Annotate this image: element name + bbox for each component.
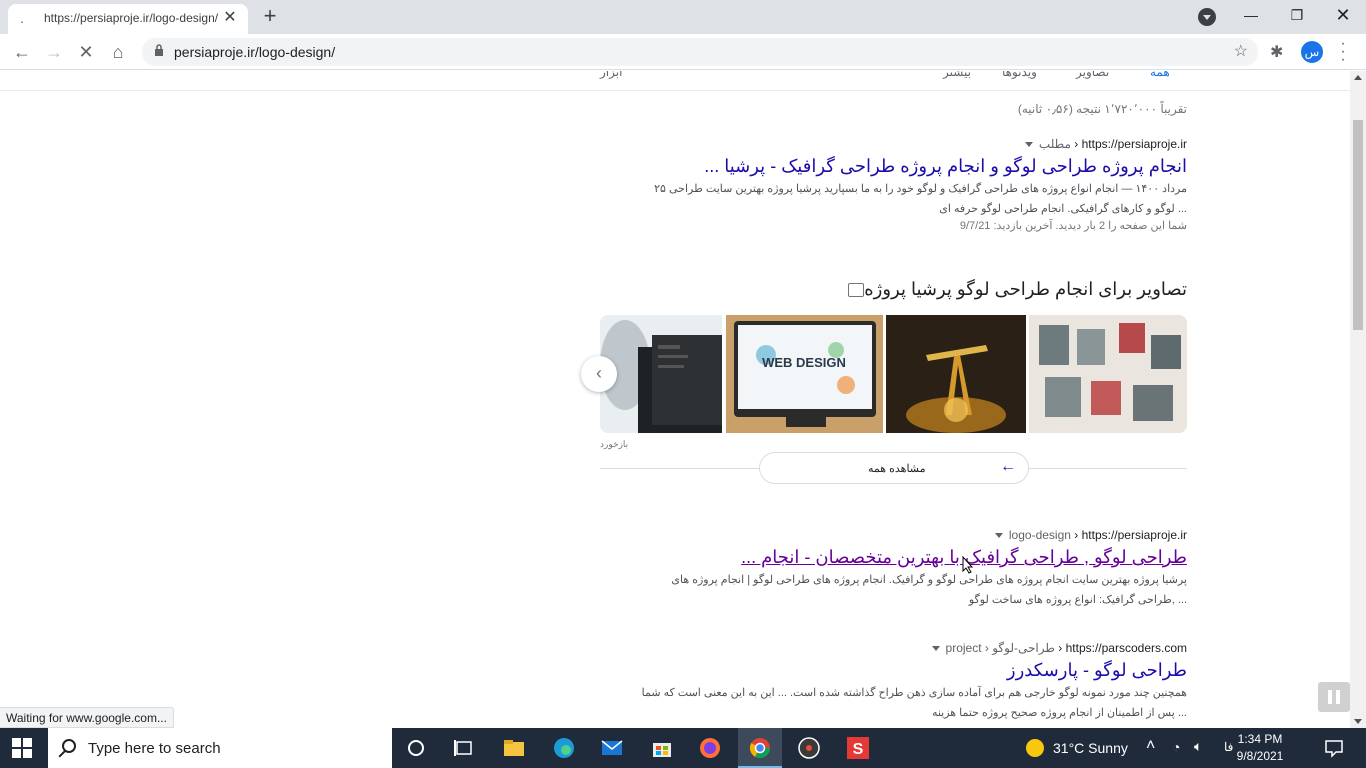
result-snippet: پرشیا پروژه بهترین سایت انجام پروژه های … <box>671 574 1187 606</box>
browser-toolbar: ← → ✕ ⌂ persiaproje.ir/logo-design/ ☆ ✱ <box>0 34 1366 70</box>
tab-search-icon[interactable] <box>1198 8 1216 26</box>
tab-tools[interactable]: ابزار <box>600 71 622 79</box>
result-title-link[interactable]: طراحی لوگو , طراحی گرافیک با بهترین متخص… <box>587 547 1187 568</box>
pause-icon[interactable] <box>1318 682 1350 712</box>
tab-title: https://persiaproje.ir/logo-design/ <box>44 11 218 25</box>
scrollbar-thumb[interactable] <box>1353 120 1363 330</box>
result-cite[interactable]: مطلب › https://persiaproje.ir <box>587 137 1187 151</box>
favicon-icon: . <box>20 10 24 26</box>
page-content: همه تصاویر ویدئوها بیشتر ابزار تقریباً ۱… <box>0 71 1350 728</box>
image-carousel: WEB DESIGN <box>600 315 1187 433</box>
clock-time: 1:34 PM <box>1237 732 1283 746</box>
chevron-down-icon[interactable] <box>994 533 1003 539</box>
new-tab-button[interactable]: + <box>258 5 282 29</box>
stop-loading-button[interactable]: ✕ <box>74 40 98 64</box>
address-bar[interactable]: persiaproje.ir/logo-design/ ☆ <box>142 38 1258 66</box>
images-heading: تصاویر برای انجام طراحی لوگو پرشیا پروژه <box>836 279 1187 300</box>
taskbar-clock[interactable]: 1:34 PM 9/8/2021 <box>1228 731 1292 765</box>
weather-text[interactable]: 31°C Sunny <box>1053 740 1128 756</box>
see-all-label: مشاهده همه <box>868 463 926 475</box>
chevron-up-icon[interactable]: ˄ <box>1146 737 1155 755</box>
tab-strip: . https://persiaproje.ir/logo-design/ ✕ … <box>0 0 1366 34</box>
file-explorer-icon[interactable] <box>502 736 526 760</box>
tab-all[interactable]: همه <box>1150 71 1170 79</box>
profile-avatar[interactable]: س <box>1301 41 1323 63</box>
mouse-cursor-icon <box>962 556 974 574</box>
tab-more[interactable]: بیشتر <box>943 71 971 79</box>
image-icon <box>848 283 865 298</box>
result-cite[interactable]: logo-design › https://persiaproje.ir <box>587 528 1187 542</box>
extensions-icon[interactable]: ✱ <box>1270 42 1283 62</box>
volume-icon[interactable]: 🔈︎ <box>1194 738 1202 755</box>
result-title-link[interactable]: انجام پروژه طراحی لوگو و انجام پروژه طرا… <box>587 156 1187 177</box>
bookmark-star-icon[interactable]: ☆ <box>1234 41 1248 61</box>
home-button[interactable]: ⌂ <box>106 40 130 64</box>
close-tab-icon[interactable]: ✕ <box>220 8 240 28</box>
result-title-link[interactable]: طراحی لوگو - پارسکدرز <box>587 660 1187 681</box>
store-icon[interactable] <box>650 736 674 760</box>
result-snippet: همچنین چند مورد نمونه لوگو خارجی هم برای… <box>641 687 1187 719</box>
result-snippet: ۲۵ مرداد ۱۴۰۰ — انجام انواع پروژه های طر… <box>654 183 1187 215</box>
page-scrollbar[interactable] <box>1350 71 1366 728</box>
weather-sun-icon[interactable] <box>1023 736 1047 760</box>
search-result: logo-design › https://persiaproje.ir طرا… <box>587 528 1187 610</box>
firefox-icon[interactable] <box>698 736 722 760</box>
visit-note: شما این صفحه را 2 بار دیدید. آخرین بازدی… <box>959 220 1187 232</box>
url-text: persiaproje.ir/logo-design/ <box>174 44 336 60</box>
scroll-up-icon[interactable] <box>1354 75 1362 80</box>
clock-date: 9/8/2021 <box>1236 749 1284 763</box>
image-thumbnail[interactable]: WEB DESIGN <box>726 315 883 433</box>
tab-images[interactable]: تصاویر <box>1076 71 1109 79</box>
menu-icon[interactable]: · · · <box>1338 36 1348 68</box>
scroll-down-icon[interactable] <box>1354 719 1362 724</box>
chevron-down-icon[interactable] <box>931 646 940 652</box>
image-thumbnail[interactable] <box>600 315 722 433</box>
feedback-link[interactable]: بازخورد <box>600 439 628 450</box>
edge-icon[interactable] <box>552 736 576 760</box>
serp-tabs: همه تصاویر ویدئوها بیشتر ابزار <box>0 71 1350 91</box>
svg-text:S: S <box>853 741 864 758</box>
media-player-icon[interactable] <box>797 736 821 760</box>
image-thumbnail[interactable] <box>886 315 1026 433</box>
wifi-icon[interactable]: ◔ <box>1172 739 1180 755</box>
search-result: مطلب › https://persiaproje.ir انجام پروژ… <box>587 137 1187 232</box>
carousel-prev-button[interactable]: ‹ <box>581 356 617 392</box>
lock-icon <box>155 44 163 56</box>
mail-icon[interactable] <box>600 736 624 760</box>
notifications-icon[interactable] <box>1322 736 1346 760</box>
chevron-down-icon[interactable] <box>1024 142 1033 148</box>
search-icon <box>62 739 76 753</box>
arrow-left-icon: ← <box>1000 458 1016 475</box>
windows-start-icon[interactable] <box>12 738 32 758</box>
status-bar: Waiting for www.google.com... <box>0 707 174 728</box>
result-cite[interactable]: project › طراحی-لوگو › https://parscoder… <box>587 641 1187 655</box>
task-view-icon[interactable] <box>452 736 476 760</box>
close-window-button[interactable]: ✕ <box>1328 4 1358 26</box>
forward-button[interactable]: → <box>42 40 66 64</box>
browser-tab[interactable]: . https://persiaproje.ir/logo-design/ ✕ <box>8 4 248 34</box>
tab-videos[interactable]: ویدئوها <box>1002 71 1037 79</box>
windows-taskbar: Type here to search S 31°C Sunny ˄ ◔ 🔈︎ … <box>0 728 1366 768</box>
taskbar-search-box[interactable]: Type here to search <box>48 728 392 768</box>
search-result: project › طراحی-لوگو › https://parscoder… <box>587 641 1187 723</box>
result-stats: تقریباً ۱٬۷۲۰٬۰۰۰ نتیجه (۰٫۵۶ ثانیه) <box>1017 102 1187 116</box>
image-thumbnail[interactable] <box>1029 315 1187 433</box>
thumb-label: WEB DESIGN <box>762 355 846 370</box>
maximize-button[interactable]: ❐ <box>1282 4 1312 26</box>
screencast-app-icon[interactable]: S <box>846 736 870 760</box>
see-all-button[interactable]: مشاهده همه ← <box>759 452 1029 484</box>
chrome-icon[interactable] <box>748 736 772 760</box>
search-placeholder: Type here to search <box>88 740 221 757</box>
cortana-icon[interactable] <box>404 736 428 760</box>
minimize-button[interactable]: — <box>1236 4 1266 26</box>
back-button[interactable]: ← <box>10 40 34 64</box>
